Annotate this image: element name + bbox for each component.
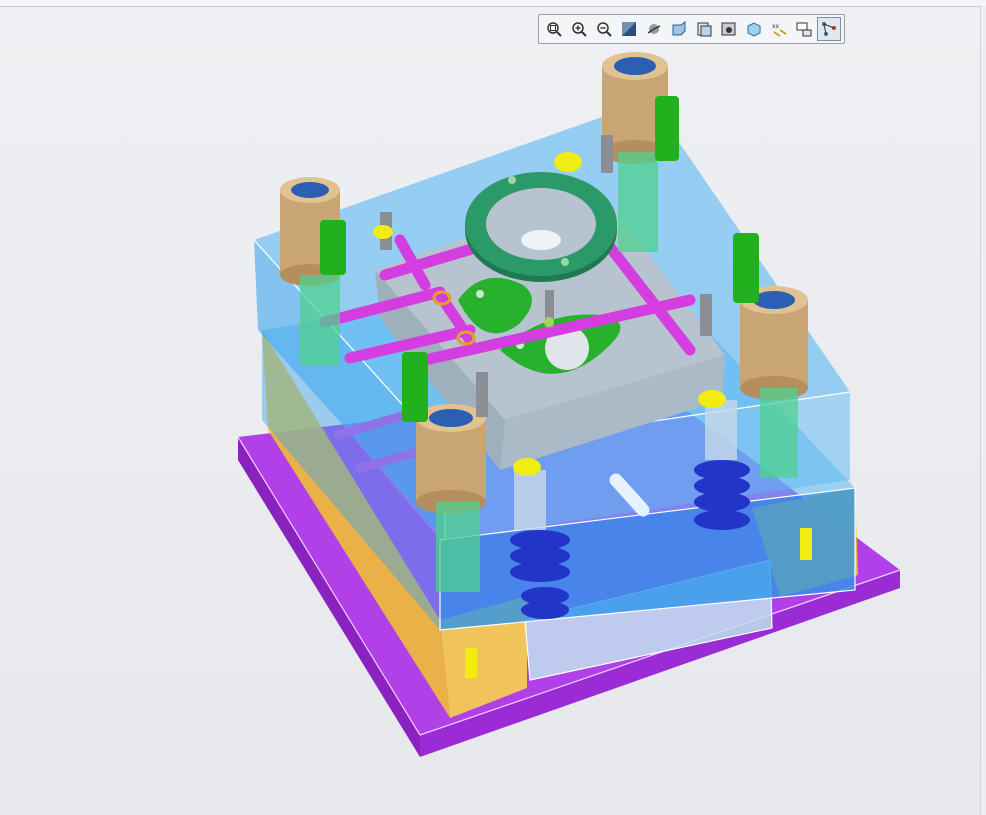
datum-display-icon: xx bbox=[772, 23, 787, 37]
graphics-window[interactable]: xx bbox=[0, 0, 986, 815]
guide-bushing-front-right[interactable] bbox=[740, 286, 808, 400]
annotation-display-button[interactable] bbox=[792, 17, 816, 41]
refit-icon bbox=[547, 22, 562, 37]
zoom-out-icon bbox=[597, 22, 612, 37]
saved-views-button[interactable] bbox=[692, 17, 716, 41]
locating-ring[interactable] bbox=[465, 172, 617, 282]
view-manager-button[interactable] bbox=[717, 17, 741, 41]
svg-text:xx: xx bbox=[772, 23, 780, 30]
spin-center-button[interactable] bbox=[642, 17, 666, 41]
repaint-button[interactable] bbox=[617, 17, 641, 41]
annotation-display-icon bbox=[796, 22, 812, 37]
repaint-icon bbox=[622, 22, 636, 36]
sprue-bushing bbox=[544, 290, 554, 328]
saved-views-icon bbox=[697, 22, 712, 37]
datum-display-button[interactable]: xx bbox=[767, 17, 791, 41]
view-orient-icon bbox=[672, 21, 686, 36]
display-style-button[interactable] bbox=[742, 17, 766, 41]
zoom-out-button[interactable] bbox=[592, 17, 616, 41]
mold-assembly-model[interactable] bbox=[0, 0, 986, 815]
explode-view-button[interactable] bbox=[817, 17, 841, 41]
view-orient-button[interactable] bbox=[667, 17, 691, 41]
view-manager-icon bbox=[721, 22, 736, 36]
refit-button[interactable] bbox=[542, 17, 566, 41]
view-toolbar: xx bbox=[538, 14, 845, 44]
zoom-in-icon bbox=[572, 22, 587, 37]
spin-center-icon bbox=[647, 24, 661, 34]
explode-view-icon bbox=[822, 22, 836, 36]
zoom-in-button[interactable] bbox=[567, 17, 591, 41]
display-style-icon bbox=[747, 22, 761, 37]
